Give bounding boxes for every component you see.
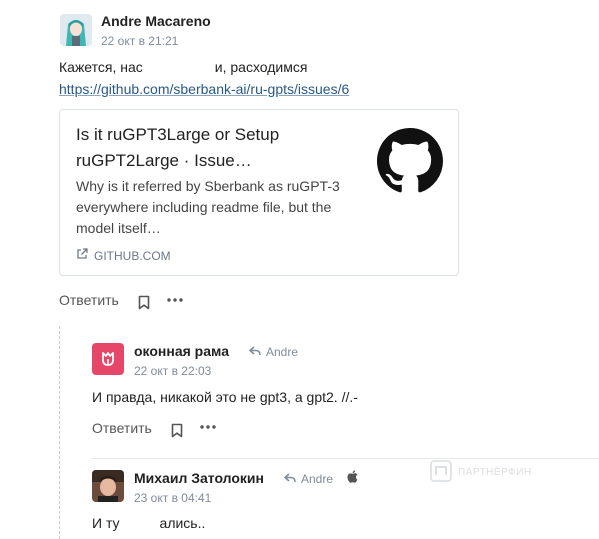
reply-text: И правда, никакой это не gpt3, а gpt2. /… [92, 389, 358, 405]
watermark-text: ПАРТНЁРФИН [458, 467, 532, 478]
reply-arrow-icon [249, 345, 261, 359]
card-source-label: GITHUB.COM [94, 248, 171, 263]
thread-line [59, 326, 60, 539]
external-link-icon [76, 248, 88, 263]
reply-to-name: Andre [266, 345, 299, 359]
avatar[interactable] [92, 343, 124, 375]
reply-button[interactable]: Ответить [59, 292, 119, 308]
apple-icon [347, 470, 358, 488]
watermark: ПАРТНЁРФИН [430, 460, 532, 485]
bookmark-icon[interactable] [135, 293, 153, 311]
more-options-icon[interactable] [166, 291, 184, 309]
comment-text-end: и, расходимся [214, 59, 308, 75]
reply-text-end: ались.. [159, 515, 206, 531]
comment-author[interactable]: Andre Macareno [101, 13, 211, 29]
comment-text: Кажется, нас и, расходимся [59, 59, 307, 75]
card-description: Why is it referred by Sberbank as ruGPT-… [76, 178, 340, 236]
reply-to-name: Andre [301, 472, 334, 486]
more-options-icon[interactable] [199, 418, 217, 436]
comment-link[interactable]: https://github.com/sberbank-ai/ru-gpts/i… [59, 81, 349, 97]
reply-button[interactable]: Ответить [92, 420, 152, 436]
card-source[interactable]: GITHUB.COM [76, 248, 171, 263]
divider [92, 458, 599, 459]
reply-arrow-icon [284, 472, 296, 486]
avatar[interactable] [92, 470, 124, 502]
comment-date[interactable]: 22 окт в 21:21 [101, 34, 178, 48]
reply-to-link[interactable]: Andre [284, 472, 333, 486]
bookmark-icon[interactable] [168, 421, 186, 439]
reply-to-link[interactable]: Andre [249, 345, 298, 359]
github-icon [377, 128, 443, 194]
reply-text: И ту ались.. [92, 515, 205, 531]
card-title[interactable]: Is it ruGPT3Large or Setup ruGPT2Large ·… [76, 122, 341, 174]
watermark-logo-icon [430, 460, 452, 485]
reply-text-start: И ту [92, 515, 120, 531]
reply-date[interactable]: 23 окт в 04:41 [134, 491, 211, 505]
comment-text-start: Кажется, нас [59, 59, 143, 75]
reply-author[interactable]: Михаил Затолокин [134, 470, 264, 486]
avatar[interactable] [60, 14, 92, 46]
reply-author[interactable]: оконная рама [134, 343, 229, 359]
reply-date[interactable]: 22 окт в 22:03 [134, 364, 211, 378]
link-preview-card[interactable]: Is it ruGPT3Large or Setup ruGPT2Large ·… [59, 109, 459, 276]
